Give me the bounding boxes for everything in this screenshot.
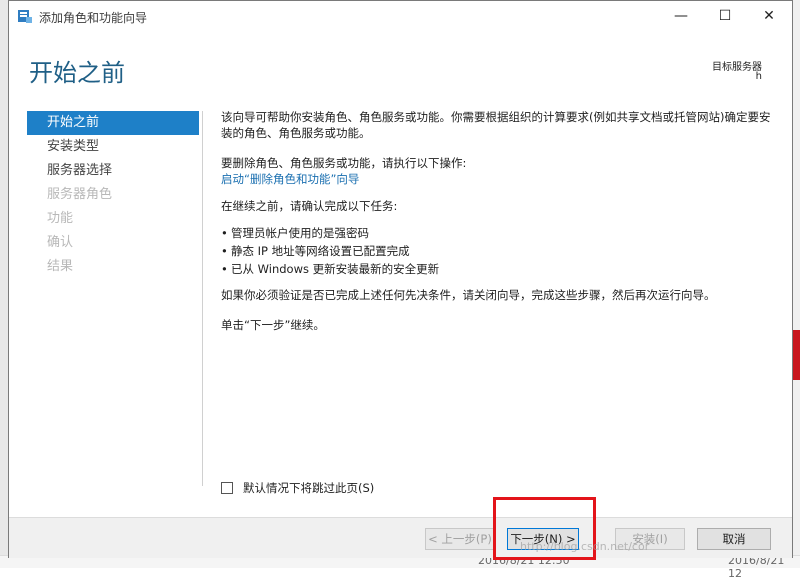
wizard-header: 开始之前 目标服务器 h	[9, 31, 792, 105]
page-title: 开始之前	[29, 59, 125, 87]
close-button[interactable]: ✕	[747, 1, 791, 31]
maximize-button[interactable]: ☐	[703, 1, 747, 31]
wizard-steps-nav: 开始之前 安装类型 服务器选择 服务器角色 功能 确认 结果	[27, 111, 199, 279]
remove-roles-wizard-link[interactable]: 启动“删除角色和功能”向导	[221, 171, 359, 187]
nav-item-server-roles: 服务器角色	[47, 187, 113, 202]
skip-page-checkbox[interactable]	[221, 482, 233, 494]
nav-item-results: 结果	[47, 259, 74, 274]
nav-item-server-selection[interactable]: 服务器选择	[27, 159, 199, 183]
wizard-window: 添加角色和功能向导 — ☐ ✕ 开始之前 目标服务器 h 开始之前 安装类型 服…	[8, 0, 793, 558]
list-item: • 管理员帐户使用的是强密码	[221, 226, 369, 240]
remove-intro-text: 要删除角色、角色服务或功能，请执行以下操作:	[221, 156, 467, 170]
list-item-text: 静态 IP 地址等网络设置已配置完成	[231, 244, 410, 258]
server-manager-icon	[17, 8, 33, 24]
minimize-icon: —	[674, 8, 688, 24]
nav-item-confirmation: 确认	[47, 235, 74, 250]
close-icon: ✕	[763, 8, 775, 24]
next-button[interactable]: 下一步(N) >	[507, 528, 579, 550]
desktop-background-right	[792, 0, 800, 567]
list-item: • 静态 IP 地址等网络设置已配置完成	[221, 244, 410, 258]
nav-item-before-you-begin[interactable]: 开始之前	[27, 111, 199, 135]
continue-text: 单击“下一步”继续。	[221, 318, 325, 332]
previous-button: < 上一步(P)	[425, 528, 495, 550]
destination-server-label: 目标服务器	[712, 62, 762, 73]
skip-page-label[interactable]: 默认情况下将跳过此页(S)	[243, 480, 374, 496]
install-button: 安装(I)	[615, 528, 685, 550]
destination-server-value: h	[755, 71, 762, 82]
desktop-background-red-strip	[793, 330, 800, 380]
cancel-button[interactable]: 取消	[697, 528, 771, 550]
list-item-text: 管理员帐户使用的是强密码	[231, 226, 369, 240]
maximize-icon: ☐	[718, 8, 732, 24]
prerequisite-list: • 管理员帐户使用的是强密码 • 静态 IP 地址等网络设置已配置完成 • 已从 Wi…	[221, 224, 439, 278]
nav-item-features: 功能	[47, 211, 74, 226]
intro-text: 该向导可帮助你安装角色、角色服务或功能。你需要根据组织的计算要求(例如共享文档或…	[221, 110, 771, 140]
nav-divider	[202, 111, 203, 486]
window-title: 添加角色和功能向导	[39, 11, 148, 25]
skip-page-option[interactable]: 默认情况下将跳过此页(S)	[221, 480, 374, 496]
list-item-text: 已从 Windows 更新安装最新的安全更新	[231, 262, 440, 276]
title-bar[interactable]: 添加角色和功能向导 — ☐ ✕	[9, 1, 792, 31]
wizard-footer: < 上一步(P) 下一步(N) > 安装(I) 取消	[9, 517, 792, 558]
minimize-button[interactable]: —	[659, 1, 703, 31]
verify-text: 如果你必须验证是否已完成上述任何先决条件，请关闭向导，完成这些步骤，然后再次运行…	[221, 288, 716, 302]
confirm-intro-text: 在继续之前，请确认完成以下任务:	[221, 199, 398, 213]
nav-item-installation-type[interactable]: 安装类型	[27, 135, 199, 159]
list-item: • 已从 Windows 更新安装最新的安全更新	[221, 262, 440, 276]
